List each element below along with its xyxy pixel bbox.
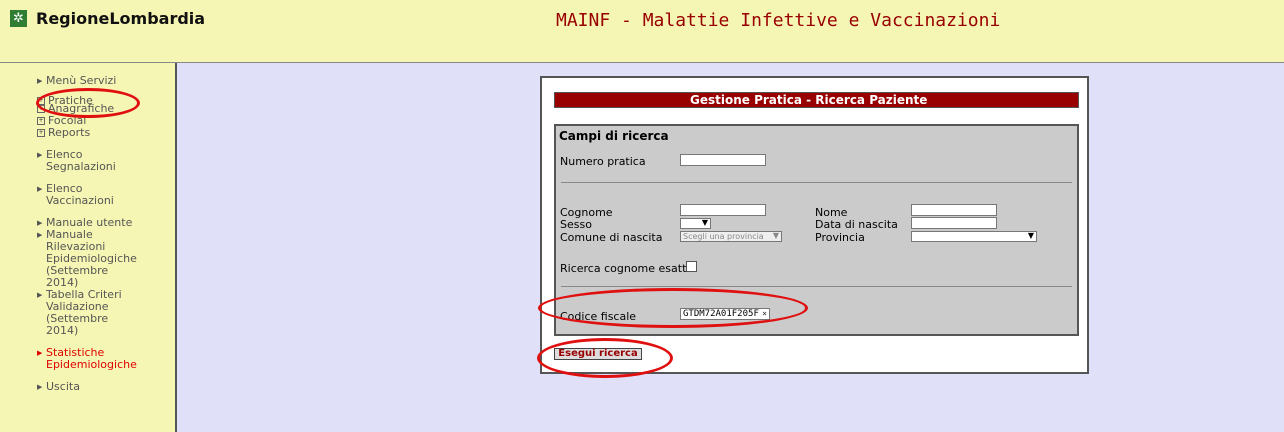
- ricerca-esatta-label: Ricerca cognome esatta: [560, 262, 694, 275]
- ricerca-esatta-checkbox[interactable]: [686, 261, 697, 272]
- arrow-right-icon: ▶: [37, 383, 43, 391]
- brand-name: RegioneLombardia: [36, 9, 206, 28]
- sidebar-item-tabella-criteri[interactable]: ▶ Tabella Criteri Validazione (Settembre…: [37, 289, 172, 337]
- sidebar-menu: ▶ Menù Servizi + Pratiche + Anagrafiche …: [0, 63, 177, 432]
- codice-fiscale-label: Codice fiscale: [560, 310, 637, 323]
- comune-nascita-label: Comune di nascita: [560, 231, 663, 244]
- regione-lombardia-logo-icon: ✲: [10, 10, 27, 27]
- arrow-right-icon: ▶: [37, 185, 43, 193]
- expand-plus-icon: +: [37, 117, 45, 125]
- sidebar-item-label: Manuale Rilevazioni Epidemiologiche (Set…: [46, 228, 137, 289]
- chevron-down-icon: ▼: [1027, 231, 1034, 240]
- sidebar-item-statistiche[interactable]: ▶ Statistiche Epidemiologiche: [37, 347, 172, 371]
- chevron-down-icon: ▼: [701, 218, 708, 227]
- sidebar-item-elenco-vaccinazioni[interactable]: ▶ Elenco Vaccinazioni: [37, 183, 172, 207]
- chevron-down-icon: ▼: [772, 231, 779, 240]
- search-fields-group: Campi di ricerca Numero pratica Cognome …: [554, 124, 1079, 336]
- cognome-input[interactable]: [680, 204, 766, 216]
- divider: [561, 286, 1072, 287]
- search-panel: Gestione Pratica - Ricerca Paziente Camp…: [540, 76, 1089, 374]
- arrow-right-icon: ▶: [37, 291, 43, 299]
- sidebar-item-elenco-segnalazioni[interactable]: ▶ Elenco Segnalazioni: [37, 149, 172, 173]
- sidebar-item-reports[interactable]: + Reports: [37, 127, 172, 139]
- data-nascita-label: Data di nascita: [815, 218, 898, 231]
- comune-nascita-select[interactable]: Scegli una provincia ▼: [680, 231, 782, 242]
- section-title: Campi di ricerca: [559, 129, 669, 143]
- divider: [561, 182, 1072, 183]
- arrow-right-icon: ▶: [37, 77, 43, 85]
- app-header: ✲ RegioneLombardia MAINF - Malattie Infe…: [0, 0, 1284, 63]
- comune-selected-value: Scegli una provincia: [683, 232, 764, 241]
- sidebar-item-uscita[interactable]: ▶ Uscita: [37, 381, 172, 393]
- sesso-label: Sesso: [560, 218, 592, 231]
- sidebar-item-label: Uscita: [46, 380, 80, 393]
- sidebar-item-label: Menù Servizi: [46, 74, 117, 87]
- numero-pratica-input[interactable]: [680, 154, 766, 166]
- data-nascita-input[interactable]: [911, 217, 997, 229]
- provincia-label: Provincia: [815, 231, 865, 244]
- panel-title: Gestione Pratica - Ricerca Paziente: [554, 92, 1079, 108]
- expand-plus-icon: +: [37, 105, 45, 113]
- arrow-right-icon: ▶: [37, 151, 43, 159]
- codice-fiscale-value: GTDM72A01F205F: [683, 309, 759, 319]
- sidebar-item-label: Statistiche Epidemiologiche: [46, 346, 137, 371]
- numero-pratica-label: Numero pratica: [560, 155, 646, 168]
- regione-lombardia-logo[interactable]: ✲ RegioneLombardia: [10, 9, 205, 28]
- sidebar-item-label: Reports: [48, 126, 91, 139]
- sesso-select[interactable]: ▼: [680, 218, 711, 229]
- sidebar-item-menu-servizi[interactable]: ▶ Menù Servizi: [37, 75, 172, 87]
- sidebar-item-label: Elenco Segnalazioni: [46, 148, 116, 173]
- codice-fiscale-input[interactable]: GTDM72A01F205F ×: [680, 308, 770, 320]
- esegui-ricerca-button[interactable]: Esegui ricerca: [554, 348, 642, 360]
- app-title: MAINF - Malattie Infettive e Vaccinazion…: [556, 10, 1001, 31]
- sidebar-item-manuale-rilevazioni[interactable]: ▶ Manuale Rilevazioni Epidemiologiche (S…: [37, 229, 172, 289]
- provincia-select[interactable]: ▼: [911, 231, 1037, 242]
- arrow-right-icon: ▶: [37, 349, 43, 357]
- clear-icon[interactable]: ×: [762, 309, 767, 319]
- arrow-right-icon: ▶: [37, 231, 43, 239]
- arrow-right-icon: ▶: [37, 219, 43, 227]
- expand-plus-icon: +: [37, 129, 45, 137]
- sidebar-item-label: Elenco Vaccinazioni: [46, 182, 114, 207]
- sidebar-item-label: Tabella Criteri Validazione (Settembre 2…: [46, 288, 122, 337]
- nome-input[interactable]: [911, 204, 997, 216]
- expand-plus-icon: +: [37, 97, 45, 105]
